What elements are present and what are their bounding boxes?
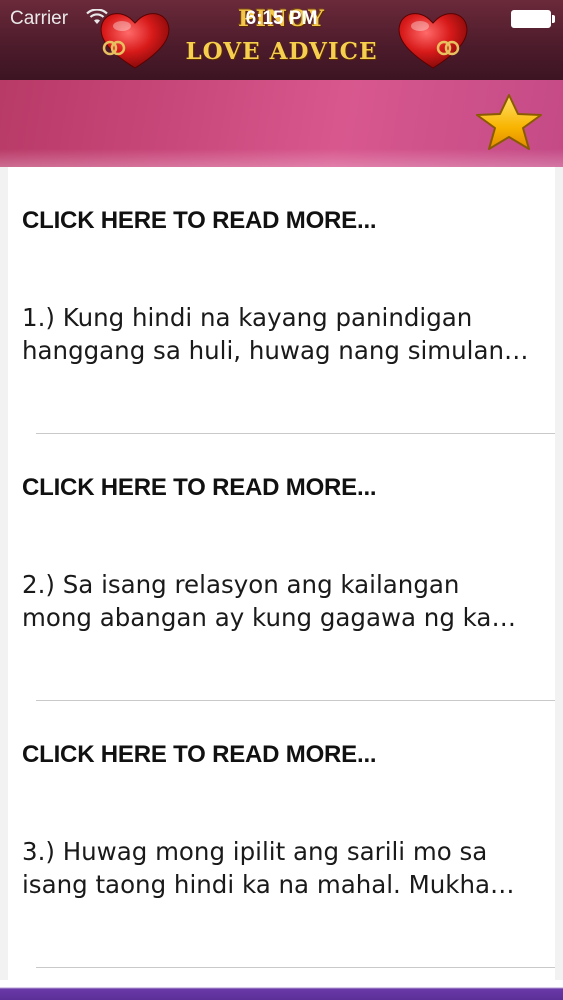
advice-excerpt: 2.) Sa isang relasyon ang kailangan mong… [22,570,516,632]
favorites-star-button[interactable] [469,92,549,152]
read-more-link[interactable]: CLICK HERE TO READ MORE... [22,207,377,235]
left-gutter [0,167,8,980]
right-gutter [555,167,563,980]
row-separator [36,967,555,968]
advice-item-1[interactable]: CLICK HERE TO READ MORE... 1.) Kung hind… [8,167,555,434]
advice-excerpt: 3.) Huwag mong ipilit ang sarili mo sa i… [22,837,515,899]
advice-item-2[interactable]: CLICK HERE TO READ MORE... 2.) Sa isang … [8,434,555,701]
read-more-link[interactable]: CLICK HERE TO READ MORE... [22,474,377,502]
app-header: Carrier PINOY 6:15 PM LOVE ADVICE [0,0,563,80]
read-more-link[interactable]: CLICK HERE TO READ MORE... [22,741,377,769]
advice-list[interactable]: CLICK HERE TO READ MORE... 1.) Kung hind… [8,167,555,980]
advice-item-3[interactable]: CLICK HERE TO READ MORE... 3.) Huwag mon… [8,701,555,968]
status-time: 6:15 PM [245,8,318,29]
toolbar [0,80,563,167]
bottom-bar [0,980,563,1000]
app-title-line2: LOVE ADVICE [185,38,378,65]
advice-excerpt: 1.) Kung hindi na kayang panindigan hang… [22,303,529,365]
